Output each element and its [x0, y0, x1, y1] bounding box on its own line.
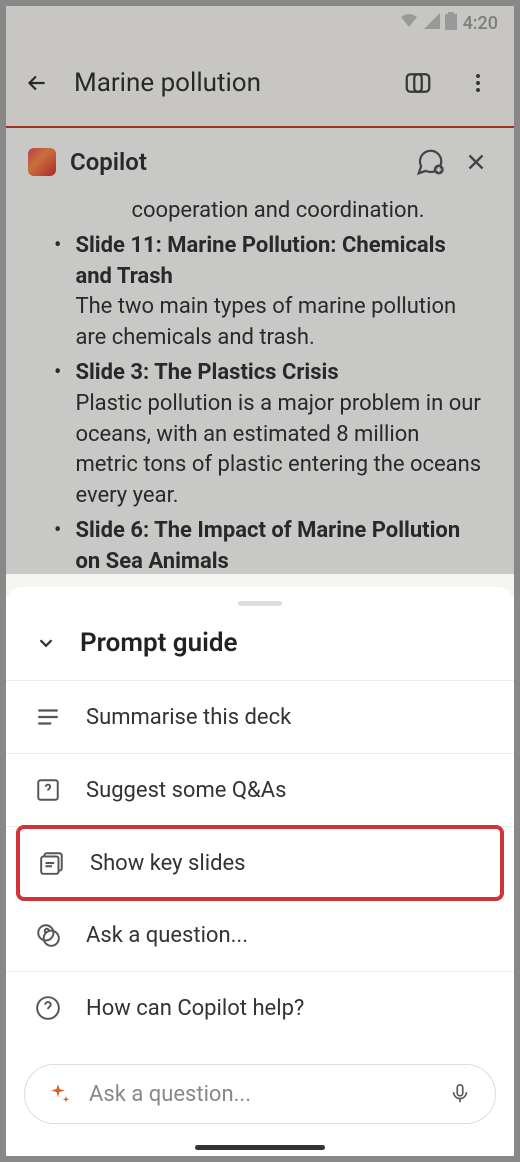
home-indicator[interactable] — [195, 1145, 325, 1150]
slide-title: Slide 11: Marine Pollution: Chemicals an… — [75, 233, 445, 289]
option-summarise[interactable]: Summarise this deck — [6, 681, 514, 754]
input-placeholder: Ask a question... — [89, 1082, 431, 1107]
slides-icon — [38, 849, 66, 877]
more-menu-icon[interactable] — [460, 65, 496, 101]
help-icon — [34, 994, 62, 1022]
wifi-icon — [399, 13, 419, 34]
chevron-down-icon — [34, 631, 58, 655]
slide-description: Plastic pollution is a major problem in … — [75, 391, 481, 508]
bullet-icon: • — [54, 231, 61, 354]
slide-title: Slide 3: The Plastics Crisis — [75, 360, 338, 385]
copilot-header-icon[interactable] — [400, 65, 436, 101]
app-header: Marine pollution — [6, 40, 514, 128]
option-label: Show key slides — [90, 851, 246, 876]
status-time: 4:20 — [463, 13, 498, 34]
bullet-icon: • — [54, 516, 61, 578]
status-bar: 4:20 — [6, 6, 514, 40]
nav-bar — [6, 1138, 514, 1156]
qa-icon — [34, 776, 62, 804]
list-item: • Slide 6: The Impact of Marine Pollutio… — [54, 516, 482, 578]
option-key-slides[interactable]: Show key slides — [16, 825, 504, 901]
copilot-logo-icon — [28, 148, 56, 176]
mic-icon[interactable] — [447, 1081, 473, 1107]
close-button[interactable] — [460, 146, 492, 178]
option-help[interactable]: How can Copilot help? — [6, 972, 514, 1044]
bullet-icon: • — [54, 358, 61, 512]
copilot-response: cooperation and coordination. • Slide 11… — [6, 196, 514, 578]
chat-input[interactable]: Ask a question... — [24, 1064, 496, 1124]
summarise-icon — [34, 703, 62, 731]
option-label: Ask a question... — [86, 923, 248, 948]
option-label: Suggest some Q&As — [86, 778, 286, 803]
option-qas[interactable]: Suggest some Q&As — [6, 754, 514, 827]
option-label: Summarise this deck — [86, 705, 291, 730]
sheet-header[interactable]: Prompt guide — [6, 628, 514, 681]
option-ask-question[interactable]: Ask a question... — [6, 899, 514, 972]
ask-icon — [34, 921, 62, 949]
list-item: • Slide 11: Marine Pollution: Chemicals … — [54, 231, 482, 354]
option-label: How can Copilot help? — [86, 996, 304, 1021]
battery-icon — [445, 12, 457, 35]
sparkle-icon — [47, 1081, 73, 1107]
sheet-drag-handle[interactable] — [238, 601, 282, 606]
new-chat-icon[interactable] — [414, 146, 446, 178]
signal-icon — [424, 13, 440, 34]
list-item: • Slide 3: The Plastics Crisis Plastic p… — [54, 358, 482, 512]
response-text-fragment: cooperation and coordination. — [54, 196, 482, 227]
page-title: Marine pollution — [74, 68, 376, 98]
sheet-title: Prompt guide — [80, 628, 237, 658]
slide-title: Slide 6: The Impact of Marine Pollution … — [75, 518, 460, 574]
prompt-guide-sheet: Prompt guide Summarise this deck Suggest… — [6, 587, 514, 1156]
copilot-title: Copilot — [70, 148, 400, 176]
back-button[interactable] — [24, 70, 50, 96]
slide-description: The two main types of marine pollution a… — [75, 294, 456, 350]
